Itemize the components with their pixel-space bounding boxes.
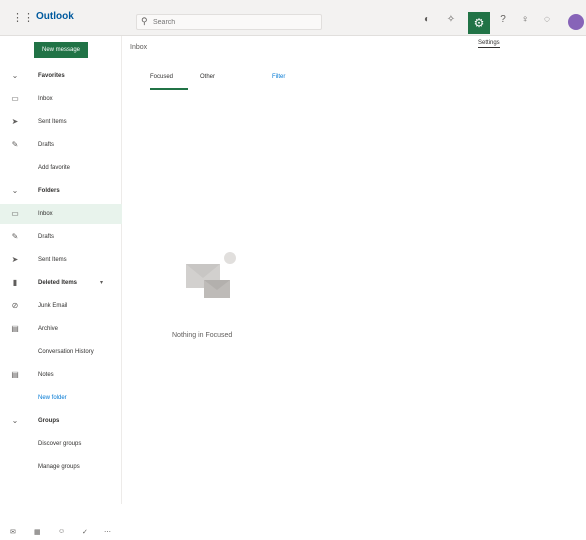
- tab-other[interactable]: Other: [200, 74, 215, 80]
- mail-icon[interactable]: ✉: [10, 528, 16, 536]
- search-input[interactable]: [153, 16, 313, 28]
- filter-button[interactable]: Filter: [272, 74, 285, 80]
- chevron-down-icon[interactable]: ▾: [100, 273, 103, 293]
- archive-icon: ▤: [11, 324, 19, 333]
- todo-icon[interactable]: ✓: [82, 528, 88, 536]
- pencil-icon: ✎: [11, 232, 19, 241]
- breadcrumb: Inbox: [130, 44, 148, 51]
- rewards-icon[interactable]: ✧: [444, 13, 458, 27]
- sidebar-item-inbox-fav[interactable]: ▭ Inbox: [0, 89, 122, 109]
- trash-icon: ▮: [12, 278, 18, 287]
- empty-mail-illustration: [186, 252, 236, 298]
- inbox-icon: ▭: [11, 209, 19, 218]
- new-message-button[interactable]: New message: [34, 42, 88, 58]
- settings-gear-icon[interactable]: ⚙: [468, 12, 490, 34]
- skype-icon[interactable]: ◐: [420, 13, 434, 27]
- inbox-icon: ▭: [11, 94, 19, 103]
- sidebar-item-sent[interactable]: ➤ Sent Items: [0, 250, 122, 270]
- send-icon: ➤: [11, 117, 19, 126]
- send-icon: ➤: [11, 255, 19, 264]
- waffle-icon[interactable]: ⋮⋮: [12, 12, 34, 24]
- sidebar-item-sent-fav[interactable]: ➤ Sent Items: [0, 112, 122, 132]
- sidebar-item-archive[interactable]: ▤ Archive: [0, 319, 122, 339]
- sidebar-item-drafts-fav[interactable]: ✎ Drafts: [0, 135, 122, 155]
- tab-focused[interactable]: Focused: [150, 74, 173, 80]
- feedback-icon[interactable]: ♀: [518, 13, 532, 27]
- message-list-pane: Inbox Focused Other Filter Nothing in Fo…: [122, 36, 586, 504]
- pencil-icon: ✎: [11, 140, 19, 149]
- search-icon: ⚲: [141, 16, 148, 26]
- chevron-down-icon: ⌄: [11, 186, 19, 195]
- tab-underline: [150, 88, 188, 90]
- chevron-down-icon: ⌄: [11, 416, 19, 425]
- sidebar-folder-groups[interactable]: ⌄ Groups: [0, 411, 122, 431]
- people-icon[interactable]: ☺: [58, 528, 65, 535]
- sidebar-item-add-favorite[interactable]: Add favorite: [0, 158, 122, 178]
- sidebar-item-drafts[interactable]: ✎ Drafts: [0, 227, 122, 247]
- chevron-down-icon: ⌄: [11, 71, 19, 80]
- avatar[interactable]: [568, 14, 584, 30]
- app-switcher-bar: ✉ ▦ ☺ ✓ ⋯: [0, 526, 122, 540]
- empty-state-message: Nothing in Focused: [172, 332, 233, 339]
- sidebar-folder-favorites[interactable]: ⌄ Favorites: [0, 66, 122, 86]
- notifications-icon[interactable]: ◌: [540, 13, 554, 27]
- junk-icon: ⊘: [11, 301, 19, 310]
- sidebar-folder-folders[interactable]: ⌄ Folders: [0, 181, 122, 201]
- sidebar: New message ⌄ Favorites ▭ Inbox ➤ Sent I…: [0, 36, 122, 536]
- help-icon[interactable]: ?: [496, 13, 510, 27]
- sidebar-item-manage-groups[interactable]: Manage groups: [0, 457, 122, 477]
- sidebar-item-discover-groups[interactable]: Discover groups: [0, 434, 122, 454]
- sidebar-item-inbox[interactable]: ▭ Inbox: [0, 204, 122, 224]
- top-bar: ⋮⋮ Outlook ⚲ ◐ ✧ ⚙ ? ♀ ◌: [0, 0, 586, 36]
- sidebar-item-conversation-history[interactable]: Conversation History: [0, 342, 122, 362]
- calendar-icon[interactable]: ▦: [34, 528, 41, 536]
- app-brand[interactable]: Outlook: [36, 11, 74, 22]
- sidebar-item-junk[interactable]: ⊘ Junk Email: [0, 296, 122, 316]
- sidebar-item-deleted[interactable]: ▮ Deleted Items ▾: [0, 273, 122, 293]
- more-icon[interactable]: ⋯: [104, 528, 111, 536]
- notes-icon: ▤: [11, 370, 19, 379]
- sidebar-item-notes[interactable]: ▤ Notes: [0, 365, 122, 385]
- search-box[interactable]: ⚲: [136, 14, 322, 30]
- sidebar-item-new-folder[interactable]: New folder: [0, 388, 122, 408]
